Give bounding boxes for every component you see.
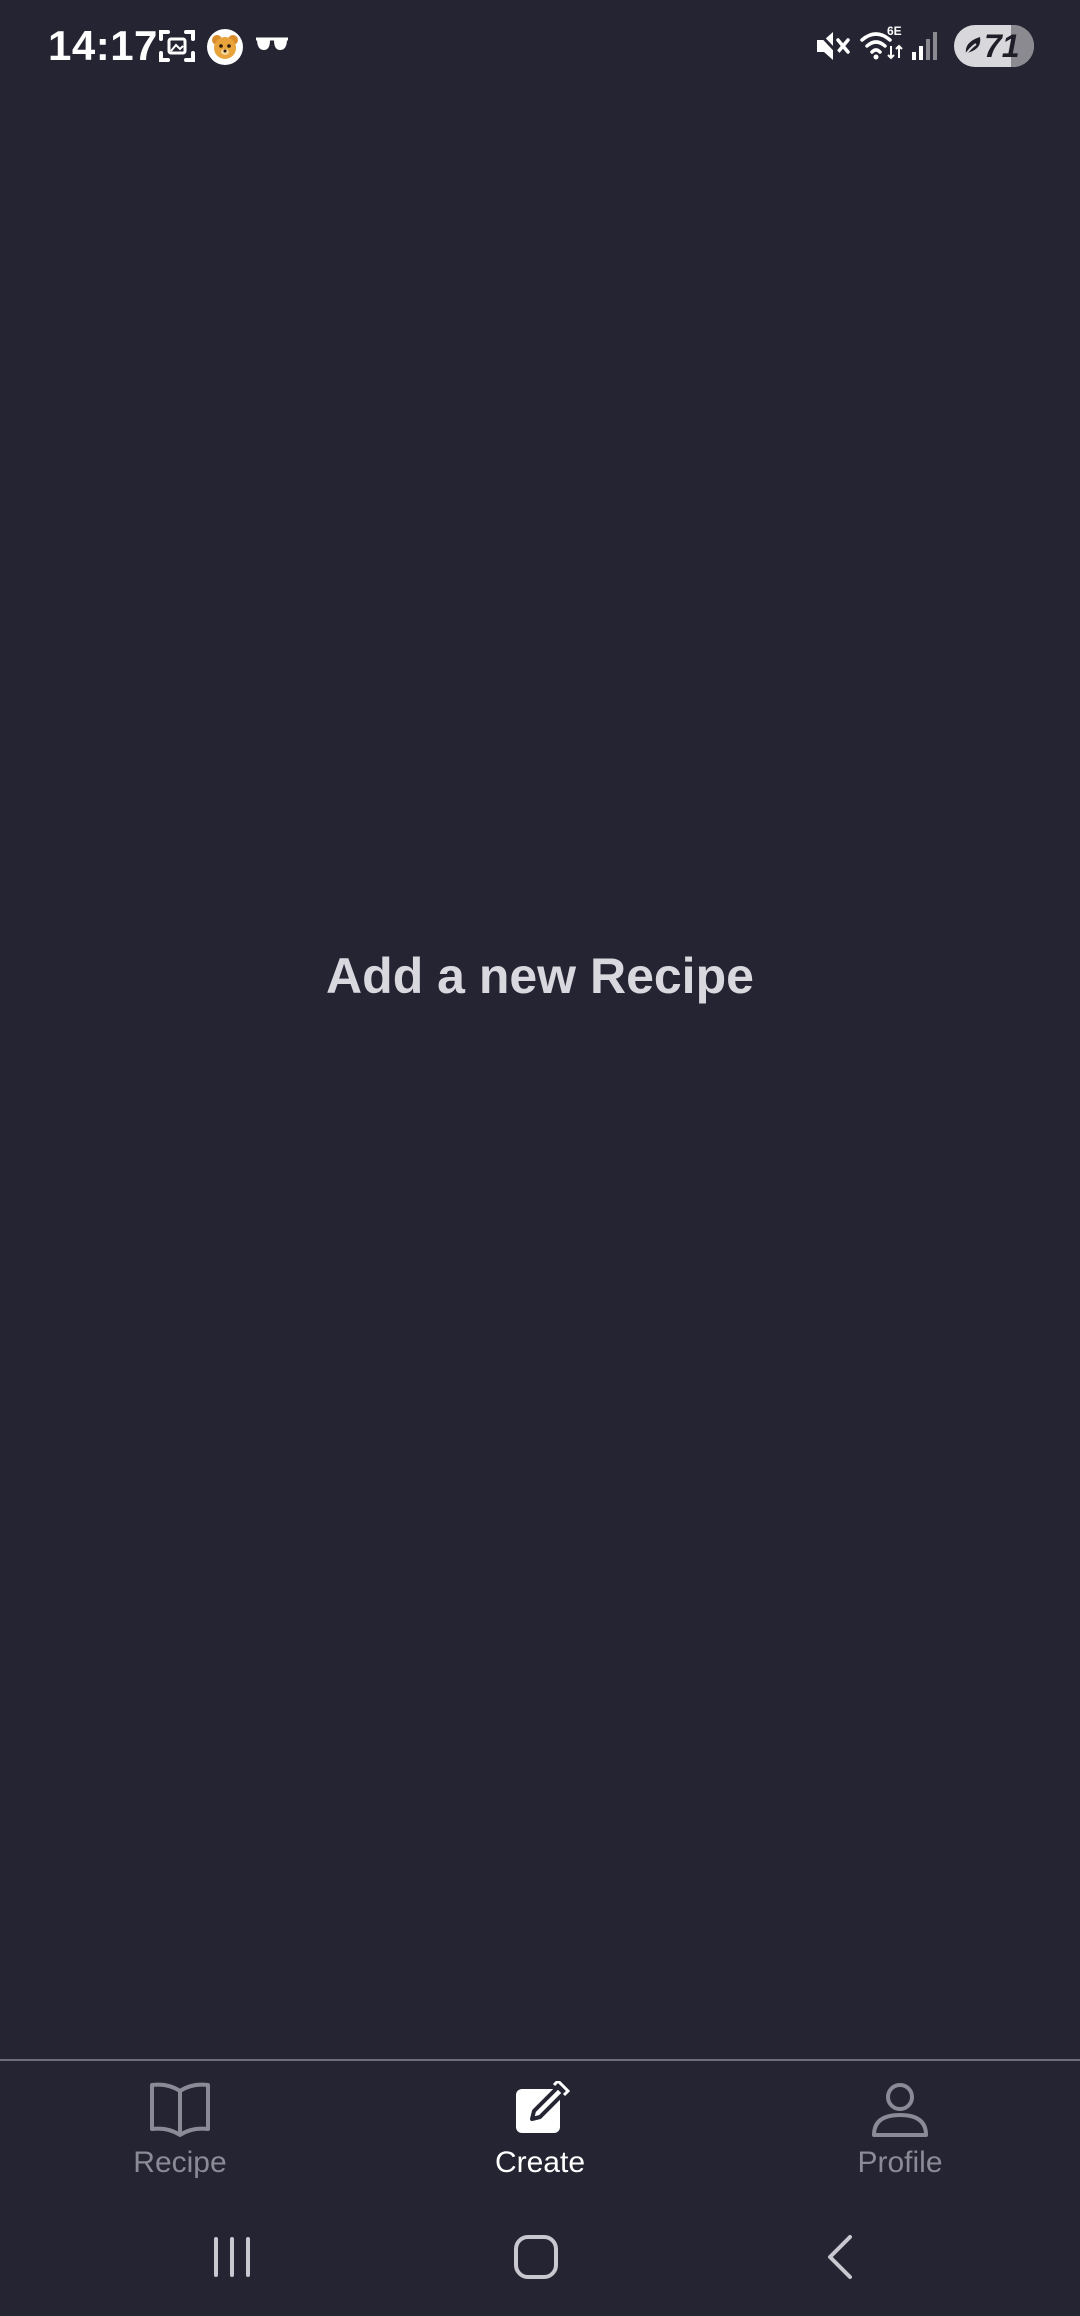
glasses-icon	[256, 37, 288, 50]
mute-icon	[814, 27, 850, 65]
main-content: Add a new Recipe	[0, 92, 1080, 2059]
edit-icon	[516, 2081, 571, 2133]
system-navigation-bar	[0, 2209, 1080, 2316]
bottom-navigation: Recipe Create Profile	[0, 2059, 1080, 2209]
signal-icon	[912, 32, 937, 60]
book-icon	[150, 2082, 210, 2137]
person-icon	[872, 2083, 928, 2137]
back-button[interactable]	[820, 2233, 860, 2281]
battery-indicator: 71	[954, 25, 1034, 67]
page-title: Add a new Recipe	[326, 948, 754, 1004]
home-button[interactable]	[512, 2233, 560, 2281]
nav-item-create[interactable]: Create	[420, 2081, 660, 2201]
status-time: 14:17	[48, 22, 158, 69]
wifi-6e-icon: 6E	[860, 24, 903, 60]
nav-item-profile[interactable]: Profile	[780, 2081, 1020, 2201]
recents-button[interactable]	[210, 2233, 254, 2281]
screenshot-icon	[159, 30, 195, 62]
status-bar: 14:17 6E 71	[0, 0, 1080, 92]
svg-text:6E: 6E	[887, 24, 902, 38]
nav-item-recipe[interactable]: Recipe	[60, 2081, 300, 2201]
nav-label-recipe: Recipe	[133, 2146, 227, 2179]
nav-label-profile: Profile	[857, 2146, 943, 2179]
bear-app-icon	[207, 29, 243, 65]
battery-level: 71	[984, 28, 1020, 64]
nav-label-create: Create	[494, 2146, 586, 2179]
battery-saver-icon	[963, 37, 981, 58]
